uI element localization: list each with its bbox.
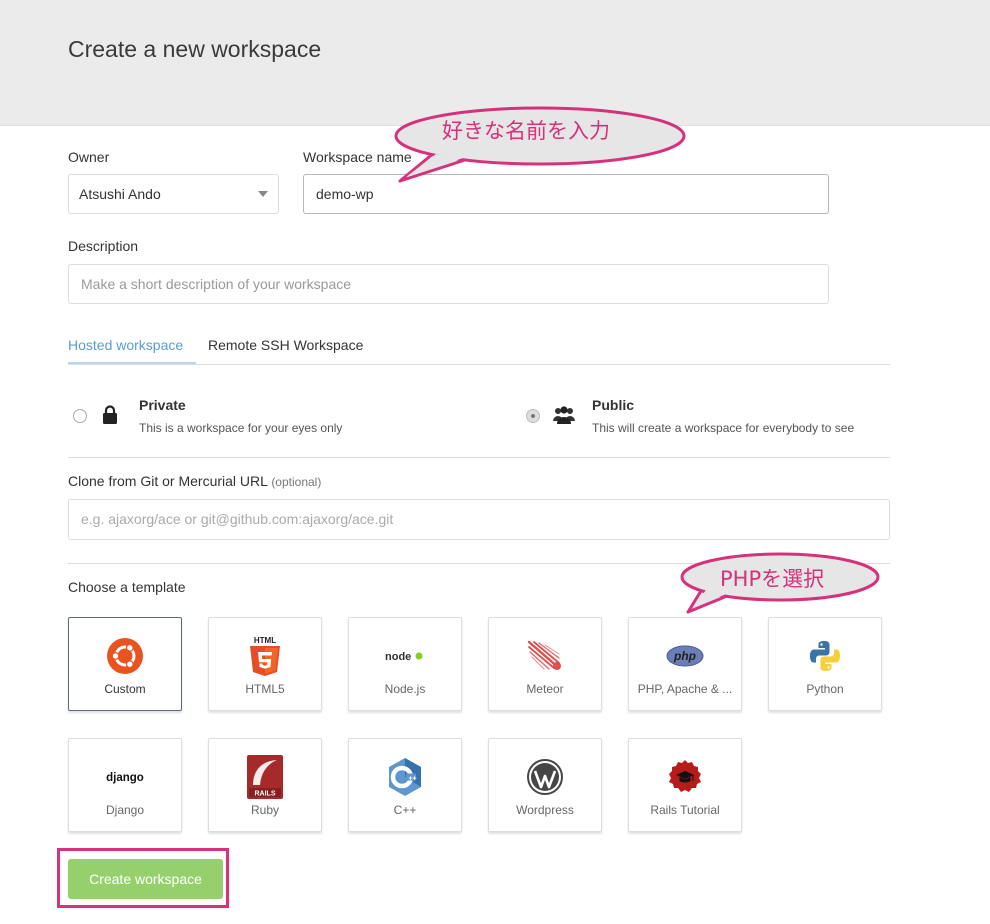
public-radio[interactable] [526, 409, 540, 423]
template-ruby[interactable]: RAILS Ruby [208, 738, 322, 832]
template-meteor[interactable]: Meteor [488, 617, 602, 711]
clone-label-text: Clone from Git or Mercurial URL [68, 473, 268, 489]
git-url-placeholder: e.g. ajaxorg/ace or git@github.com:ajaxo… [81, 511, 394, 527]
template-python[interactable]: Python [768, 617, 882, 711]
cpp-icon: ++ [389, 758, 421, 796]
php-callout-text: PHPを選択 [720, 567, 825, 591]
owner-label: Owner [68, 149, 110, 165]
optional-hint: (optional) [271, 475, 322, 489]
description-label: Description [68, 238, 139, 254]
rails-tutorial-icon [669, 760, 701, 792]
template-label: Node.js [384, 682, 426, 696]
description-input[interactable]: Make a short description of your workspa… [68, 264, 829, 304]
template-label: Meteor [526, 682, 564, 696]
name-callout-text: 好きな名前を入力 [442, 119, 610, 143]
php-badge-text: php [673, 649, 696, 663]
ubuntu-icon [107, 638, 143, 674]
nodejs-icon: node [385, 651, 423, 663]
php-icon: php [666, 645, 704, 667]
private-description: This is a workspace for your eyes only [139, 421, 343, 435]
page-title: Create a new workspace [68, 36, 322, 62]
template-label: PHP, Apache & ... [637, 682, 733, 696]
html5-icon: HTML [250, 636, 280, 676]
template-wordpress[interactable]: Wordpress [488, 738, 602, 832]
lock-icon [103, 405, 117, 424]
template-label: Rails Tutorial [650, 803, 720, 817]
wordpress-icon [527, 759, 563, 795]
create-workspace-button[interactable]: Create workspace [68, 859, 223, 899]
git-url-input[interactable]: e.g. ajaxorg/ace or git@github.com:ajaxo… [68, 499, 890, 540]
visibility-divider [68, 457, 890, 458]
template-label: Wordpress [516, 803, 574, 817]
template-rails-tutorial[interactable]: Rails Tutorial [628, 738, 742, 832]
owner-select[interactable]: Atsushi Ando [68, 174, 279, 214]
private-title: Private [139, 397, 186, 413]
tabs-divider [68, 364, 890, 365]
rails-badge-text: RAILS [255, 791, 276, 798]
template-django[interactable]: django Django [68, 738, 182, 832]
template-label: C++ [393, 803, 417, 817]
template-html5[interactable]: HTML HTML5 [208, 617, 322, 711]
template-custom[interactable]: Custom [68, 617, 182, 711]
django-icon: django [106, 772, 144, 784]
template-heading: Choose a template [68, 579, 186, 595]
html5-badge-text: HTML [254, 636, 276, 645]
public-title: Public [592, 397, 635, 413]
template-label: Custom [104, 682, 146, 696]
owner-value: Atsushi Ando [79, 186, 161, 202]
python-icon [810, 641, 840, 671]
template-nodejs[interactable]: node Node.js [348, 617, 462, 711]
public-description: This will create a workspace for everybo… [592, 421, 855, 435]
svg-text:++: ++ [408, 776, 416, 783]
description-placeholder: Make a short description of your workspa… [81, 276, 352, 292]
tab-hosted-workspace[interactable]: Hosted workspace [68, 337, 183, 353]
workspace-name-value: demo-wp [316, 186, 374, 202]
rails-icon: RAILS [247, 755, 283, 799]
template-label: HTML5 [245, 682, 285, 696]
template-label: Ruby [250, 803, 279, 817]
template-label: Python [806, 682, 844, 696]
template-label: Django [105, 803, 145, 817]
template-cpp[interactable]: ++ C++ [348, 738, 462, 832]
nodejs-badge-text: node [385, 651, 411, 663]
template-php[interactable]: php PHP, Apache & ... [628, 617, 742, 711]
private-radio[interactable] [73, 409, 87, 423]
django-badge-text: django [106, 772, 144, 784]
users-icon [553, 406, 575, 424]
chevron-down-icon [258, 191, 268, 197]
clone-label: Clone from Git or Mercurial URL (optiona… [68, 473, 321, 489]
meteor-icon [527, 640, 561, 670]
tab-remote-ssh-workspace[interactable]: Remote SSH Workspace [208, 337, 363, 353]
